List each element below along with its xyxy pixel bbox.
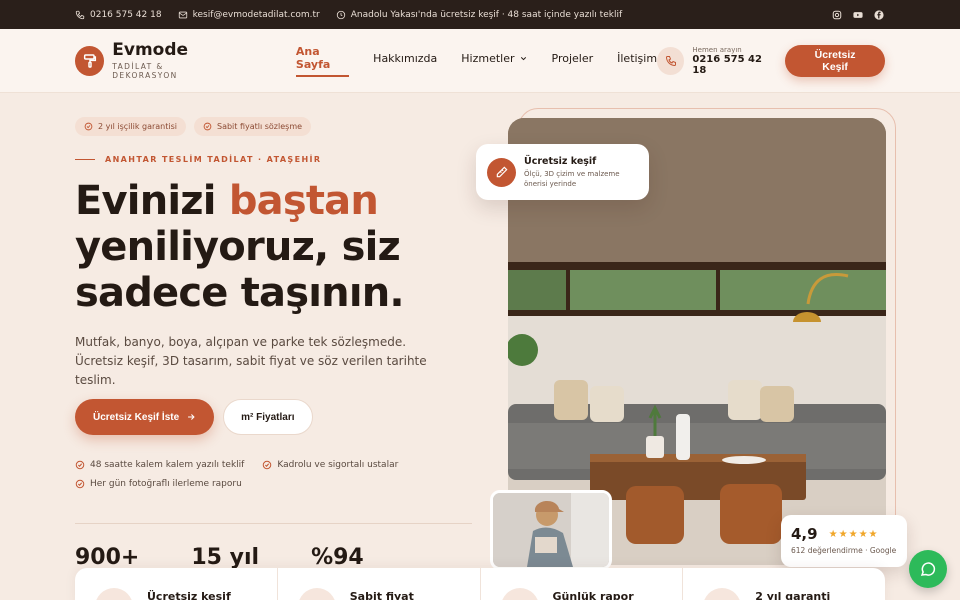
google-rating-card[interactable]: 4,9 ★★★★★ 612 değerlendirme · Google (781, 515, 907, 567)
hero-buttons: Ücretsiz Keşif İste m² Fiyatları (75, 399, 313, 435)
survey-icon (95, 588, 133, 600)
ruler-pencil-icon (487, 157, 516, 187)
site-header: Evmode TADİLAT & DEKORASYON Ana Sayfa Ha… (0, 29, 960, 93)
free-survey-card: Ücretsiz keşif Ölçü, 3D çizim ve malzeme… (476, 144, 649, 200)
benefit-label: Her gün fotoğraflı ilerleme raporu (90, 479, 242, 489)
stat-satisfaction: %94 (311, 545, 364, 570)
topbar-email-text: kesif@evmodetadilat.com.tr (192, 9, 320, 20)
stat-years: 15 yıl (191, 545, 260, 570)
craftsman-photo (490, 490, 612, 570)
m2-prices-button[interactable]: m² Fiyatları (223, 399, 313, 435)
eyebrow-text: ANAHTAR TESLİM TADİLAT · ATAŞEHİR (105, 155, 322, 164)
feature-title: Sabit fiyat (349, 590, 414, 600)
hero-title-post: yeniliyoruz, siz sadece taşının. (75, 224, 405, 316)
nav-services[interactable]: Hizmetler (461, 45, 527, 77)
benefit-item: 48 saatte kalem kalem yazılı teklif (75, 460, 244, 470)
logo[interactable]: Evmode TADİLAT & DEKORASYON (75, 39, 230, 80)
call-label: Hemen arayın (692, 45, 742, 54)
check-circle-icon (263, 460, 272, 470)
stat-projects: 900+ (75, 545, 140, 570)
chip-label: 2 yıl işçilik garantisi (98, 122, 177, 131)
hero-title-pre: Evinizi (75, 178, 229, 224)
topbar-notice: Anadolu Yakası'nda ücretsiz keşif · 48 s… (336, 10, 622, 20)
phone-icon (75, 10, 85, 19)
hero-title-accent: baştan (228, 178, 379, 224)
nav-home[interactable]: Ana Sayfa (295, 45, 350, 77)
hero-stats: 900+ 15 yıl %94 (75, 545, 364, 570)
request-survey-label: Ücretsiz Keşif İste (93, 411, 180, 423)
rating-score: 4,9 (791, 525, 818, 543)
rating-sub: 612 değerlendirme · Google (791, 546, 897, 555)
star-rating-icon: ★★★★★ (828, 529, 879, 540)
call-number: 0216 575 42 18 (692, 53, 762, 76)
feature-title: Ücretsiz keşif (147, 590, 231, 600)
benefit-item: Kadrolu ve sigortalı ustalar (262, 460, 398, 470)
call-box[interactable]: Hemen arayın 0216 575 42 18 (657, 46, 777, 76)
check-circle-icon (75, 479, 85, 489)
hero-benefits: 48 saatte kalem kalem yazılı teklif Kadr… (75, 460, 455, 489)
social-links (832, 9, 884, 20)
topbar-notice-text: Anadolu Yakası'nda ücretsiz keşif · 48 s… (350, 9, 623, 20)
feature-title: 2 yıl garanti (755, 590, 831, 600)
chip-label: Sabit fiyatlı sözleşme (216, 122, 303, 131)
hero-title: Evinizi baştan yeniliyoruz, siz sadece t… (75, 178, 475, 316)
feature-item: 2 yıl garanti (683, 568, 885, 600)
report-icon (500, 588, 539, 600)
float-card-sub: Ölçü, 3D çizim ve malzeme önerisi yerind… (524, 169, 620, 188)
chip-fixed-price: Sabit fiyatlı sözleşme (193, 117, 312, 136)
topbar-phone[interactable]: 0216 575 42 18 (75, 10, 162, 20)
brand-tagline: TADİLAT & DEKORASYON (112, 61, 178, 80)
feature-item: Sabit fiyat (278, 568, 481, 600)
free-survey-button[interactable]: Ücretsiz Keşif (785, 44, 885, 77)
shield-icon (703, 588, 742, 600)
topbar-phone-text: 0216 575 42 18 (90, 9, 162, 20)
price-tag-icon (297, 588, 336, 600)
topbar-email[interactable]: kesif@evmodetadilat.com.tr (178, 10, 320, 20)
nav-about[interactable]: Hakkımızda (373, 45, 437, 77)
benefit-label: 48 saatte kalem kalem yazılı teklif (90, 460, 245, 470)
chip-warranty: 2 yıl işçilik garantisi (75, 117, 186, 136)
check-circle-icon (84, 122, 93, 131)
trust-chips: 2 yıl işçilik garantisi Sabit fiyatlı sö… (75, 117, 312, 136)
nav-contact[interactable]: İletişim (617, 45, 657, 77)
features-strip: Ücretsiz keşif Sabit fiyat Günlük rapor … (75, 568, 885, 600)
float-card-title: Ücretsiz keşif (524, 155, 597, 167)
top-bar: 0216 575 42 18 kesif@evmodetadilat.com.t… (0, 0, 960, 29)
benefit-item: Her gün fotoğraflı ilerleme raporu (75, 479, 242, 489)
main-nav: Ana Sayfa Hakkımızda Hizmetler Projeler … (295, 45, 657, 77)
phone-icon (657, 46, 685, 75)
request-survey-button[interactable]: Ücretsiz Keşif İste (75, 399, 215, 435)
brand-name: Evmode (112, 39, 189, 60)
youtube-icon[interactable] (853, 10, 863, 20)
check-circle-icon (203, 122, 212, 131)
nav-services-label: Hizmetler (461, 52, 515, 65)
feature-item: Ücretsiz keşif (75, 568, 278, 600)
hero-eyebrow: ANAHTAR TESLİM TADİLAT · ATAŞEHİR (75, 155, 322, 164)
eyebrow-line (75, 159, 95, 160)
mail-icon (178, 11, 187, 18)
nav-projects[interactable]: Projeler (552, 45, 594, 77)
facebook-icon[interactable] (874, 9, 884, 20)
clock-icon (336, 10, 345, 19)
feature-item: Günlük rapor (481, 568, 684, 600)
arrow-right-icon (188, 414, 195, 420)
hero-divider (75, 523, 472, 524)
chevron-down-icon (520, 57, 526, 61)
feature-title: Günlük rapor (552, 590, 634, 600)
chat-bubble-icon (920, 562, 936, 576)
hero-lead: Mutfak, banyo, boya, alçıpan ve parke te… (75, 335, 427, 387)
whatsapp-chat-button[interactable] (909, 550, 947, 588)
instagram-icon[interactable] (832, 10, 842, 20)
benefit-label: Kadrolu ve sigortalı ustalar (277, 460, 399, 470)
check-circle-icon (75, 460, 85, 470)
paint-roller-icon (75, 45, 105, 76)
